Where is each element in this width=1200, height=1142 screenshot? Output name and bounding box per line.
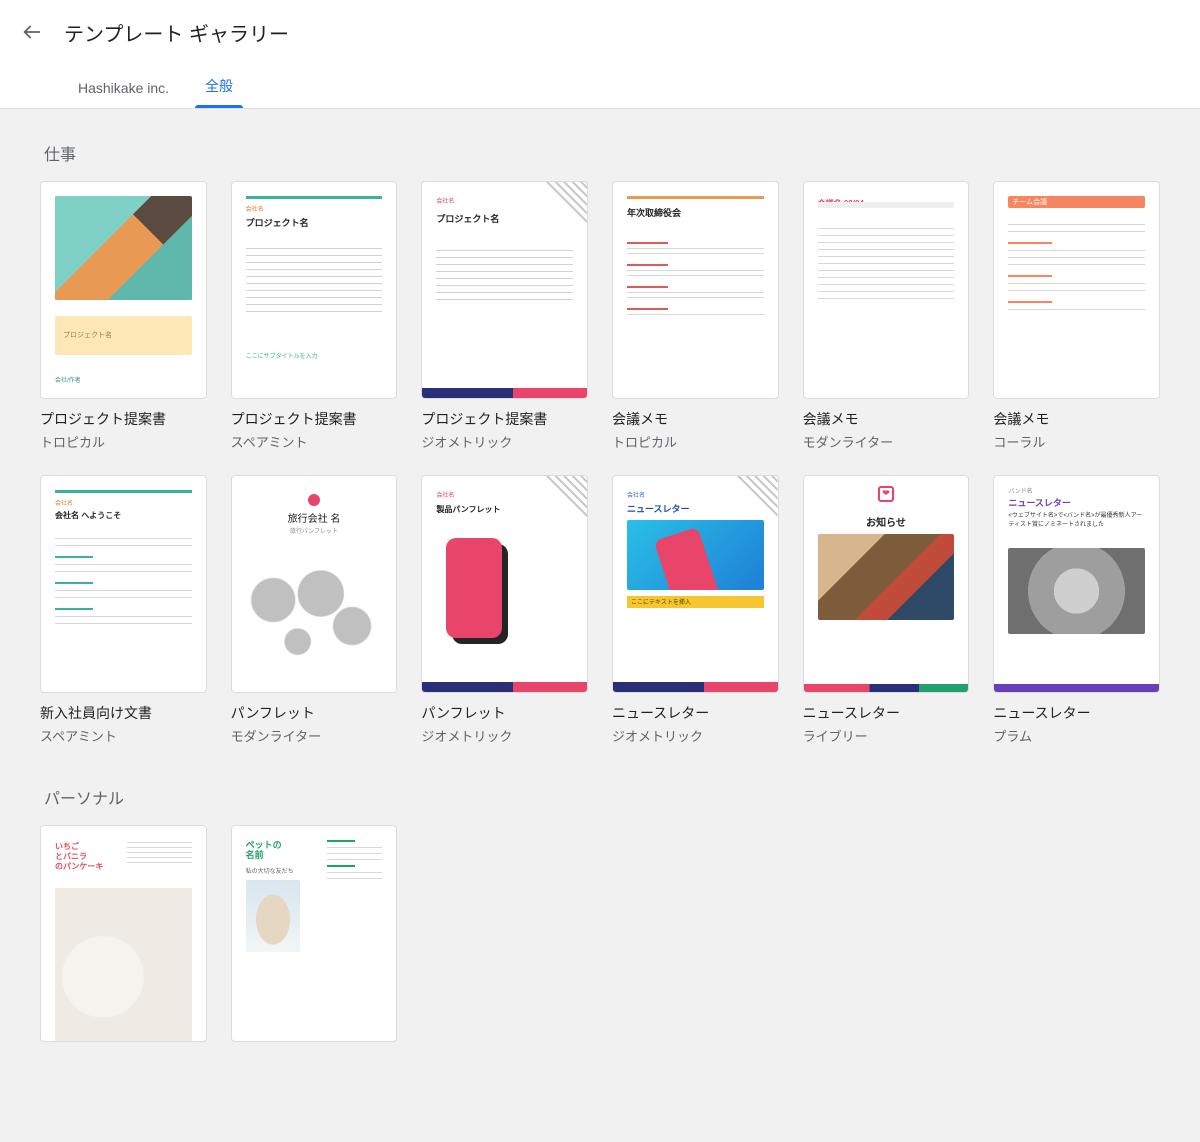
template-title: パンフレット (231, 703, 398, 723)
template-card[interactable]: 旅行会社 名 旅行パンフレット パンフレット モダンライター (231, 475, 398, 745)
template-title: ニュースレター (803, 703, 970, 723)
template-title: 新入社員向け文書 (40, 703, 207, 723)
template-title: プロジェクト提案書 (421, 409, 588, 429)
template-subtitle: ジオメトリック (421, 726, 588, 745)
tab-general[interactable]: 全般 (187, 76, 251, 108)
template-title: ニュースレター (612, 703, 779, 723)
template-subtitle: ジオメトリック (612, 726, 779, 745)
template-subtitle: コーラル (993, 432, 1160, 451)
header: テンプレート ギャラリー Hashikake inc. 全般 (0, 0, 1200, 109)
template-subtitle: ライブリー (803, 726, 970, 745)
template-grid-personal: いちご とバニラ のパンケーキ ペットの 名前 私の大切な友だち (40, 825, 1160, 1043)
template-card[interactable]: バンド名 ニュースレター <ウェブサイト名>で<バンド名>が最優秀新人アーティス… (993, 475, 1160, 745)
arrow-back-icon (21, 21, 43, 43)
template-subtitle: プラム (993, 726, 1160, 745)
template-title: 会議メモ (803, 409, 970, 429)
template-subtitle: トロピカル (40, 432, 207, 451)
thumb-sub: 旅行パンフレット (232, 526, 397, 535)
thumb-heading: お知らせ (804, 514, 969, 529)
template-card[interactable]: 会議名 09/04 会議メモ モダンライター (803, 181, 970, 451)
back-button[interactable] (8, 8, 56, 56)
template-card[interactable]: 会社名 会社名 へようこそ 新入社員向け文書 スペアミント (40, 475, 207, 745)
template-thumb: 旅行会社 名 旅行パンフレット (231, 475, 398, 693)
tab-org[interactable]: Hashikake inc. (60, 80, 187, 108)
thumb-chip: 会社名 (436, 196, 454, 205)
thumb-sub: 私の大切な友だち (246, 866, 294, 875)
thumb-heading: プロジェクト名 (436, 212, 499, 225)
thumb-chip: 会社名 (246, 204, 264, 213)
template-title: 会議メモ (993, 409, 1160, 429)
template-subtitle: スペアミント (231, 432, 398, 451)
thumb-lead: <ウェブサイト名>で<バンド名>が最優秀新人アーティスト賞にノミネートされました (1008, 512, 1145, 530)
page-title: テンプレート ギャラリー (64, 18, 289, 47)
template-thumb: バンド名 ニュースレター <ウェブサイト名>で<バンド名>が最優秀新人アーティス… (993, 475, 1160, 693)
template-thumb: 会社名 ニュースレター ここにテキストを挿入 (612, 475, 779, 693)
thumb-heading: 年次取締役会 (627, 206, 681, 219)
thumb-heading: 会社名 へようこそ (55, 510, 121, 521)
thumb-heading: ニュースレター (1008, 496, 1071, 509)
thumb-chip: 会社名 (627, 490, 645, 499)
template-thumb: お知らせ (803, 475, 970, 693)
template-card[interactable]: いちご とバニラ のパンケーキ (40, 825, 207, 1043)
template-subtitle: スペアミント (40, 726, 207, 745)
template-card[interactable]: 会社名 プロジェクト名 ここにサブタイトルを入力 プロジェクト提案書 スペアミン… (231, 181, 398, 451)
template-subtitle: モダンライター (803, 432, 970, 451)
thumb-chip: 会社名 (436, 490, 454, 499)
thumb-heading: 製品パンフレット (436, 504, 500, 515)
section-title-personal: パーソナル (44, 785, 1160, 809)
template-thumb: 会社名 プロジェクト名 (421, 181, 588, 399)
heart-icon (878, 486, 894, 502)
thumb-chip: バンド名 (1008, 486, 1032, 495)
template-card[interactable]: 会社名 ニュースレター ここにテキストを挿入 ニュースレター ジオメトリック (612, 475, 779, 745)
template-thumb: 会社名 製品パンフレット (421, 475, 588, 693)
thumb-heading: ペットの 名前 (246, 840, 282, 862)
template-card[interactable]: 年次取締役会 会議メモ トロピカル (612, 181, 779, 451)
template-title: 会議メモ (612, 409, 779, 429)
template-subtitle: モダンライター (231, 726, 398, 745)
thumb-accent: ここにサブタイトルを入力 (246, 351, 318, 360)
thumb-heading: いちご とバニラ のパンケーキ (55, 842, 103, 873)
template-thumb: 会社名 会社名 へようこそ (40, 475, 207, 693)
template-thumb: 年次取締役会 (612, 181, 779, 399)
thumb-meta: 会社/作者 (55, 375, 81, 384)
template-card[interactable]: プロジェクト名 会社/作者 プロジェクト提案書 トロピカル (40, 181, 207, 451)
template-thumb: チーム会議 (993, 181, 1160, 399)
section-title-work: 仕事 (44, 141, 1160, 165)
template-title: プロジェクト提案書 (40, 409, 207, 429)
template-thumb: いちご とバニラ のパンケーキ (40, 825, 207, 1043)
template-grid-work: プロジェクト名 会社/作者 プロジェクト提案書 トロピカル 会社名 プロジェクト… (40, 181, 1160, 745)
template-thumb: 会社名 プロジェクト名 ここにサブタイトルを入力 (231, 181, 398, 399)
template-title: プロジェクト提案書 (231, 409, 398, 429)
template-subtitle: トロピカル (612, 432, 779, 451)
template-card[interactable]: 会社名 製品パンフレット パンフレット ジオメトリック (421, 475, 588, 745)
thumb-caption: ここにテキストを挿入 (627, 596, 764, 608)
thumb-chip: 会社名 (55, 498, 73, 507)
template-thumb: ペットの 名前 私の大切な友だち (231, 825, 398, 1043)
thumb-heading: プロジェクト名 (55, 316, 192, 355)
template-thumb: プロジェクト名 会社/作者 (40, 181, 207, 399)
thumb-heading: ニュースレター (627, 502, 690, 515)
template-card[interactable]: 会社名 プロジェクト名 プロジェクト提案書 ジオメトリック (421, 181, 588, 451)
template-subtitle: ジオメトリック (421, 432, 588, 451)
template-title: パンフレット (421, 703, 588, 723)
template-card[interactable]: チーム会議 会議メモ コーラル (993, 181, 1160, 451)
tabs: Hashikake inc. 全般 (0, 64, 1200, 108)
thumb-heading: チーム会議 (1008, 196, 1145, 208)
template-card[interactable]: お知らせ ニュースレター ライブリー (803, 475, 970, 745)
template-title: ニュースレター (993, 703, 1160, 723)
template-card[interactable]: ペットの 名前 私の大切な友だち (231, 825, 398, 1043)
thumb-heading: 旅行会社 名 (232, 510, 397, 525)
content: 仕事 プロジェクト名 会社/作者 プロジェクト提案書 トロピカル 会社名 プロジ… (20, 109, 1180, 1142)
thumb-heading: プロジェクト名 (246, 216, 309, 229)
template-thumb: 会議名 09/04 (803, 181, 970, 399)
